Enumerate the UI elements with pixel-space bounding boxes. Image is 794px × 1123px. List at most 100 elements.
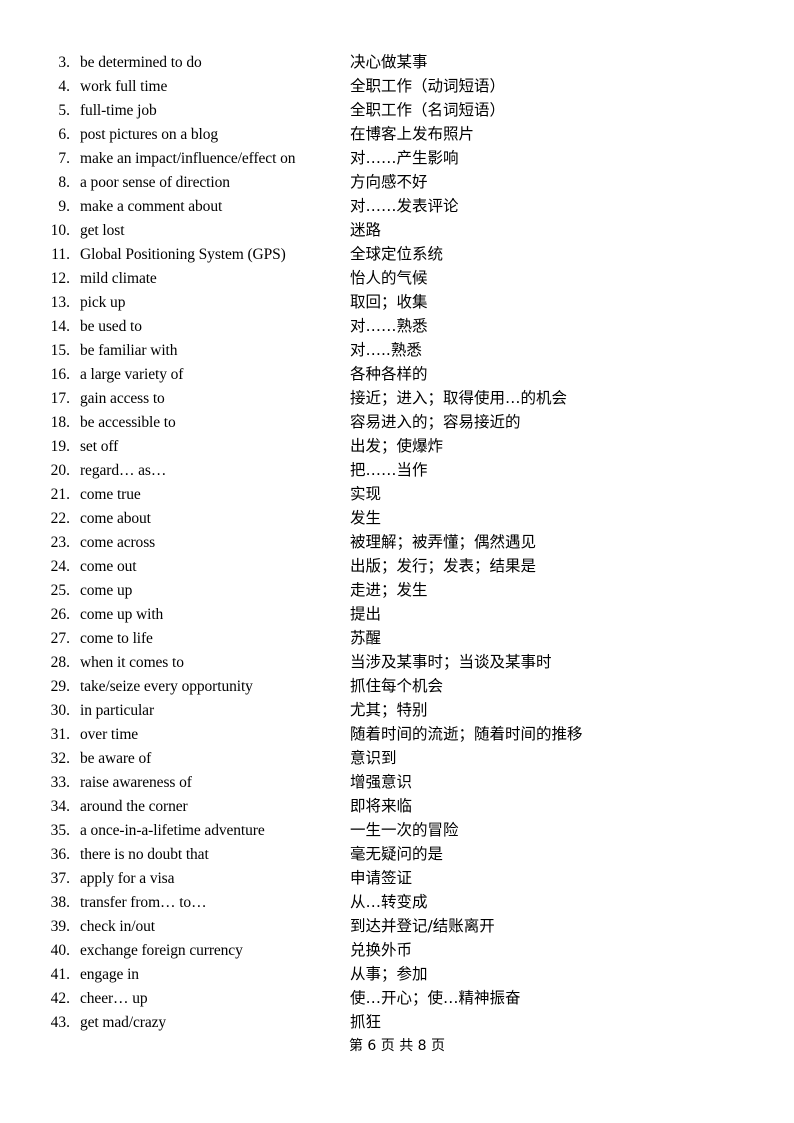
vocabulary-entry: 4. work full time 全职工作（动词短语） xyxy=(40,74,754,98)
entry-chinese-translation: 随着时间的流逝；随着时间的推移 xyxy=(350,725,583,743)
entry-chinese-translation: 走进；发生 xyxy=(350,581,428,599)
entry-chinese-translation: 到达并登记/结账离开 xyxy=(350,917,495,935)
entry-english-term: be familiar with xyxy=(80,342,178,359)
entry-english-term: work full time xyxy=(80,78,168,95)
vocabulary-entry: 21. come true 实现 xyxy=(40,482,754,506)
entry-number: 5. xyxy=(58,102,70,119)
vocabulary-entry: 42. cheer… up 使…开心；使…精神振奋 xyxy=(40,986,754,1010)
entry-chinese-translation: 实现 xyxy=(350,485,382,503)
entry-number: 10. xyxy=(50,222,70,239)
vocabulary-entry: 40. exchange foreign currency 兑换外币 xyxy=(40,938,754,962)
vocabulary-entry: 25. come up 走进；发生 xyxy=(40,578,754,602)
entry-chinese-translation: 即将来临 xyxy=(350,797,413,815)
vocabulary-entry: 28. when it comes to 当涉及某事时；当谈及某事时 xyxy=(40,650,754,674)
entry-english-term: be accessible to xyxy=(80,414,176,431)
entry-english-term: cheer… up xyxy=(80,990,148,1007)
entry-number: 8. xyxy=(58,174,70,191)
entry-chinese-translation: 对…..熟悉 xyxy=(350,341,422,359)
entry-chinese-translation: 从…转变成 xyxy=(350,893,428,911)
entry-chinese-translation: 抓住每个机会 xyxy=(350,677,444,695)
entry-number: 12. xyxy=(50,270,70,287)
entry-english-term: gain access to xyxy=(80,390,165,407)
entry-english-term: when it comes to xyxy=(80,654,184,671)
entry-number: 29. xyxy=(50,678,70,695)
entry-chinese-translation: 苏醒 xyxy=(350,629,382,647)
entry-chinese-translation: 接近；进入；取得使用…的机会 xyxy=(350,389,568,407)
entry-english-term: transfer from… to… xyxy=(80,894,207,911)
entry-chinese-translation: 把……当作 xyxy=(350,461,428,479)
entry-number: 43. xyxy=(50,1014,70,1031)
entry-chinese-translation: 全职工作（名词短语） xyxy=(350,101,506,119)
entry-number: 34. xyxy=(50,798,70,815)
vocabulary-entry: 7. make an impact/influence/effect on 对……产… xyxy=(40,146,754,170)
entry-english-term: get mad/crazy xyxy=(80,1014,167,1031)
entry-chinese-translation: 对……产生影响 xyxy=(350,149,459,167)
vocabulary-entry: 16. a large variety of 各种各样的 xyxy=(40,362,754,386)
entry-chinese-translation: 从事；参加 xyxy=(350,965,428,983)
entry-english-term: come up xyxy=(80,582,133,599)
entry-english-term: come across xyxy=(80,534,156,551)
vocabulary-entry: 30. in particular 尤其；特别 xyxy=(40,698,754,722)
entry-number: 35. xyxy=(50,822,70,839)
document-page: 3. be determined to do 决心做某事 4. work full ti… xyxy=(0,0,794,1123)
entry-number: 4. xyxy=(58,78,70,95)
entry-english-term: there is no doubt that xyxy=(80,846,209,863)
entry-number: 17. xyxy=(50,390,70,407)
entry-number: 21. xyxy=(50,486,70,503)
entry-chinese-translation: 抓狂 xyxy=(350,1013,382,1031)
entry-english-term: apply for a visa xyxy=(80,870,175,887)
vocabulary-entry: 26. come up with 提出 xyxy=(40,602,754,626)
entry-english-term: around the corner xyxy=(80,798,188,815)
entry-number: 36. xyxy=(50,846,70,863)
entry-english-term: check in/out xyxy=(80,918,155,935)
page-footer: 第 6 页 共 8 页 xyxy=(348,1038,446,1054)
entry-english-term: be determined to do xyxy=(80,54,202,71)
vocabulary-entry: 41. engage in 从事；参加 xyxy=(40,962,754,986)
entry-english-term: get lost xyxy=(80,222,125,239)
vocabulary-entry: 43. get mad/crazy 抓狂 xyxy=(40,1010,754,1034)
entry-chinese-translation: 全职工作（动词短语） xyxy=(350,77,506,95)
entry-number: 38. xyxy=(50,894,70,911)
entry-chinese-translation: 怡人的气候 xyxy=(350,269,428,287)
entry-chinese-translation: 当涉及某事时；当谈及某事时 xyxy=(350,653,552,671)
entry-english-term: over time xyxy=(80,726,139,743)
entry-chinese-translation: 决心做某事 xyxy=(350,53,428,71)
entry-english-term: engage in xyxy=(80,966,139,983)
entry-number: 11. xyxy=(51,246,70,263)
entry-number: 7. xyxy=(58,150,70,167)
entry-number: 33. xyxy=(50,774,70,791)
entry-number: 25. xyxy=(50,582,70,599)
entry-number: 22. xyxy=(50,510,70,527)
vocabulary-entry: 29. take/seize every opportunity 抓住每个机会 xyxy=(40,674,754,698)
entry-english-term: a large variety of xyxy=(80,366,184,383)
vocabulary-entry: 11. Global Positioning System (GPS) 全球定位系统 xyxy=(40,242,754,266)
entry-english-term: a poor sense of direction xyxy=(80,174,230,191)
entry-english-term: come up with xyxy=(80,606,164,623)
entry-chinese-translation: 全球定位系统 xyxy=(350,245,444,263)
entry-chinese-translation: 增强意识 xyxy=(350,773,413,791)
entry-english-term: in particular xyxy=(80,702,155,719)
vocabulary-entry: 10. get lost 迷路 xyxy=(40,218,754,242)
entry-chinese-translation: 对……发表评论 xyxy=(350,197,459,215)
vocabulary-entry: 12. mild climate 怡人的气候 xyxy=(40,266,754,290)
entry-english-term: raise awareness of xyxy=(80,774,192,791)
vocabulary-entry: 24. come out 出版；发行；发表；结果是 xyxy=(40,554,754,578)
vocabulary-entry: 19. set off 出发；使爆炸 xyxy=(40,434,754,458)
entry-chinese-translation: 被理解；被弄懂；偶然遇见 xyxy=(350,533,537,551)
entry-english-term: Global Positioning System (GPS) xyxy=(80,246,286,263)
vocabulary-entry: 3. be determined to do 决心做某事 xyxy=(40,50,754,74)
entry-english-term: full-time job xyxy=(80,102,157,119)
vocabulary-entry: 15. be familiar with 对…..熟悉 xyxy=(40,338,754,362)
entry-number: 15. xyxy=(50,342,70,359)
entry-english-term: regard… as… xyxy=(80,462,167,479)
entry-english-term: a once-in-a-lifetime adventure xyxy=(80,822,265,839)
vocabulary-entry: 5. full-time job 全职工作（名词短语） xyxy=(40,98,754,122)
entry-english-term: exchange foreign currency xyxy=(80,942,243,959)
vocabulary-entry: 9. make a comment about 对……发表评论 xyxy=(40,194,754,218)
entry-chinese-translation: 毫无疑问的是 xyxy=(350,845,444,863)
vocabulary-entry: 23. come across 被理解；被弄懂；偶然遇见 xyxy=(40,530,754,554)
entry-chinese-translation: 发生 xyxy=(350,509,382,527)
entry-number: 42. xyxy=(50,990,70,1007)
entry-number: 32. xyxy=(50,750,70,767)
entry-english-term: be used to xyxy=(80,318,142,335)
